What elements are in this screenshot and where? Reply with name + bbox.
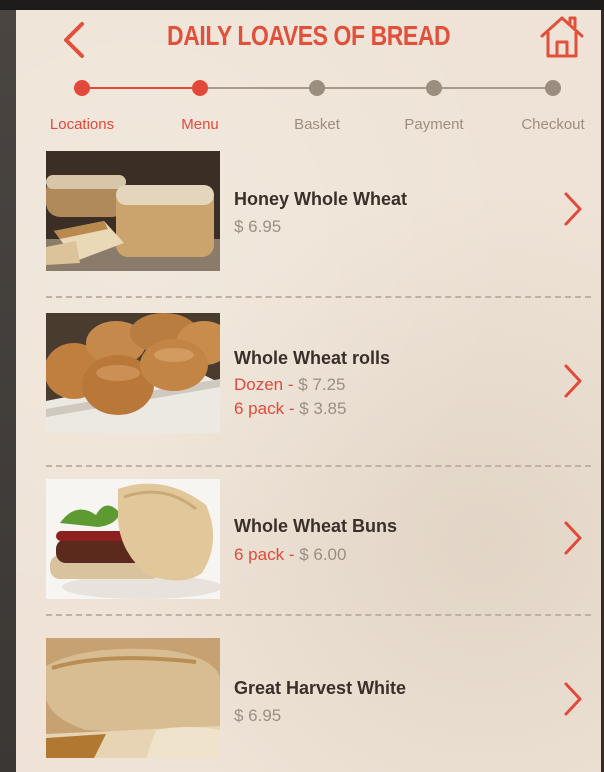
step-dot [426, 80, 442, 96]
option-price: $ 7.25 [298, 375, 346, 394]
home-icon [540, 16, 584, 58]
step-dot [545, 80, 561, 96]
product-item[interactable]: Honey Whole Wheat $ 6.95 [16, 151, 601, 311]
product-option: Dozen - $ 7.25 [234, 375, 346, 394]
product-item[interactable]: Great Harvest White $ 6.95 [16, 636, 601, 772]
page-title: DAILY LOAVES OF BREAD [167, 20, 451, 51]
chevron-right-icon [564, 364, 582, 398]
product-name: Great Harvest White [234, 678, 407, 698]
back-button[interactable] [56, 18, 96, 62]
option-label: 6 pack [234, 399, 285, 418]
product-item[interactable]: Whole Wheat rolls Dozen - $ 7.25 6 pack … [16, 311, 601, 471]
option-label: 6 pack [234, 545, 285, 564]
product-image [46, 313, 220, 433]
product-option: 6 pack - $ 6.00 [234, 545, 347, 564]
step-label: Menu [181, 116, 219, 133]
step-menu[interactable]: Menu [145, 80, 255, 133]
option-price: $ 6.00 [299, 545, 347, 564]
home-button[interactable] [538, 12, 586, 60]
step-basket[interactable]: Basket [262, 80, 372, 133]
app-screen: DAILY LOAVES OF BREAD Locations Menu Bas… [16, 10, 601, 772]
step-payment[interactable]: Payment [379, 80, 489, 133]
divider [46, 614, 591, 616]
step-dot [192, 80, 208, 96]
product-image [46, 479, 220, 599]
progress-steps: Locations Menu Basket Payment Checkout [16, 80, 601, 140]
step-dot [309, 80, 325, 96]
product-option: 6 pack - $ 3.85 [234, 399, 347, 418]
product-price: $ 6.95 [234, 706, 282, 725]
step-dot [74, 80, 90, 96]
product-price: $ 6.95 [234, 217, 282, 236]
step-label: Checkout [521, 116, 585, 133]
step-label: Basket [294, 116, 340, 133]
product-list: Honey Whole Wheat $ 6.95 Whole Wheat rol… [16, 151, 601, 772]
chevron-right-icon [564, 521, 582, 555]
step-label: Payment [404, 116, 464, 133]
option-label: Dozen [234, 375, 284, 394]
header: DAILY LOAVES OF BREAD [16, 10, 601, 70]
step-label: Locations [49, 116, 115, 133]
product-name: Honey Whole Wheat [234, 189, 408, 209]
chevron-right-icon [564, 682, 582, 716]
product-item[interactable]: Whole Wheat Buns 6 pack - $ 6.00 [16, 476, 601, 636]
divider [46, 296, 591, 298]
product-name: Whole Wheat rolls [234, 348, 391, 368]
chevron-left-icon [64, 22, 84, 58]
status-bar [0, 0, 604, 10]
step-checkout[interactable]: Checkout [498, 80, 601, 133]
device-edge [0, 10, 16, 772]
option-price: $ 3.85 [299, 399, 347, 418]
divider [46, 465, 591, 467]
product-name: Whole Wheat Buns [234, 516, 397, 536]
product-image [46, 638, 220, 758]
product-image [46, 151, 220, 271]
step-locations[interactable]: Locations [27, 80, 137, 133]
chevron-right-icon [564, 192, 582, 226]
